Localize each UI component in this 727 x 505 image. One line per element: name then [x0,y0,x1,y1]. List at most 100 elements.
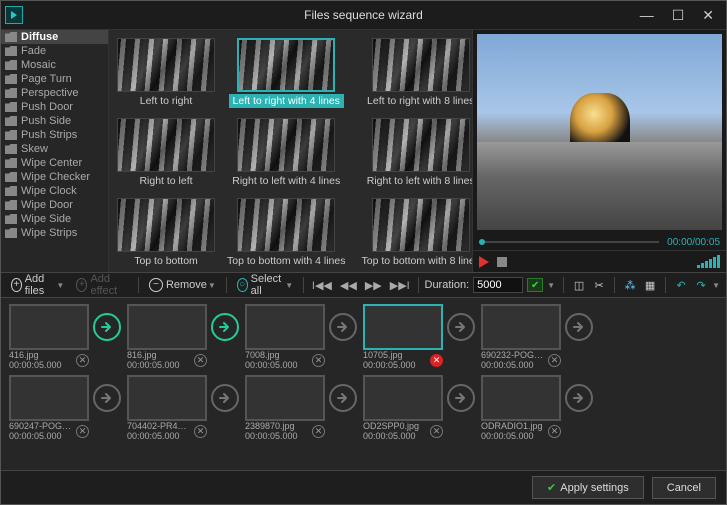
minimize-button[interactable]: — [640,7,654,24]
transition-top-to-bottom[interactable]: Top to bottom [115,196,217,270]
sidebar-item-wipe-door[interactable]: Wipe Door [1,198,108,212]
sidebar-item-wipe-strips[interactable]: Wipe Strips [1,226,108,240]
preview-video[interactable] [477,34,722,230]
maximize-button[interactable]: ☐ [672,7,685,24]
remove-button[interactable]: −Remove▼ [145,276,220,294]
transition-arrow[interactable] [93,384,121,412]
preview-seekbar[interactable] [479,241,659,243]
clip-filename: 416.jpg [9,351,62,361]
apply-settings-button[interactable]: ✔Apply settings [532,476,644,499]
sidebar-item-diffuse[interactable]: Diffuse [1,30,108,44]
clip-thumb [481,375,561,421]
transition-arrow[interactable] [93,313,121,341]
clip-item[interactable]: OD2SPP0.jpg00:00:05.000✕ [363,375,443,442]
transition-arrow[interactable] [565,313,593,341]
clip-item[interactable]: 690247-POGB7H-562.jpg00:00:05.000✕ [9,375,89,442]
clip-thumb [481,304,561,350]
clip-item[interactable]: 704402-PR419R-766.jpg00:00:05.000✕ [127,375,207,442]
transition-left-to-right-with-8-lines[interactable]: Left to right with 8 lines [355,36,472,110]
sidebar-item-wipe-checker[interactable]: Wipe Checker [1,170,108,184]
clip-remove-button[interactable]: ✕ [76,354,89,367]
add-files-button[interactable]: +Add files▼ [7,271,68,299]
sidebar-item-wipe-side[interactable]: Wipe Side [1,212,108,226]
clip-item[interactable]: 690232-POGB7H-562.jpg00:00:05.000✕ [481,304,561,371]
add-effect-button[interactable]: +Add effect [72,271,132,299]
clip-remove-button[interactable]: ✕ [548,425,561,438]
transition-arrow[interactable] [329,384,357,412]
first-button[interactable]: I◀◀ [310,279,334,292]
clip-thumb [127,304,207,350]
folder-icon [5,172,17,182]
cut-icon[interactable]: ✂ [592,278,606,292]
transition-arrow[interactable] [565,384,593,412]
rotate-left-icon[interactable]: ↶ [674,278,688,292]
transition-right-to-left-with-8-lines[interactable]: Right to left with 8 lines [355,116,472,190]
clip-remove-button[interactable]: ✕ [548,354,561,367]
clip-filename: 690232-POGB7H-562.jpg [481,351,545,361]
transition-left-to-right-with-4-lines[interactable]: Left to right with 4 lines [221,36,351,110]
sidebar-item-push-strips[interactable]: Push Strips [1,128,108,142]
sidebar-item-fade[interactable]: Fade [1,44,108,58]
prev-button[interactable]: ◀◀ [338,279,359,292]
rotate-right-icon[interactable]: ↷ [694,278,708,292]
transition-label: Left to right with 8 lines [363,94,472,108]
next-button[interactable]: ▶▶ [363,279,384,292]
transition-arrow[interactable] [447,313,475,341]
color-icon[interactable]: ⁂ [623,278,637,292]
sidebar-item-skew[interactable]: Skew [1,142,108,156]
sidebar-item-perspective[interactable]: Perspective [1,86,108,100]
clip-remove-button[interactable]: ✕ [430,354,443,367]
close-button[interactable]: ✕ [702,7,714,24]
clip-item[interactable]: 416.jpg00:00:05.000✕ [9,304,89,371]
transition-top-to-bottom-with-4-lines[interactable]: Top to bottom with 4 lines [221,196,351,270]
clip-item[interactable]: 2389870.jpg00:00:05.000✕ [245,375,325,442]
select-all-button[interactable]: ○Select all▼ [233,271,298,299]
transition-arrow[interactable] [329,313,357,341]
transition-top-to-bottom-with-8-lines[interactable]: Top to bottom with 8 lines [355,196,472,270]
clip-remove-button[interactable]: ✕ [312,425,325,438]
clip-item[interactable]: 816.jpg00:00:05.000✕ [127,304,207,371]
sidebar-item-wipe-center[interactable]: Wipe Center [1,156,108,170]
clip-duration: 00:00:05.000 [363,432,419,442]
transition-arrow[interactable] [211,384,239,412]
settings-icon[interactable]: ▦ [643,278,657,292]
sidebar-item-wipe-clock[interactable]: Wipe Clock [1,184,108,198]
sidebar-item-page-turn[interactable]: Page Turn [1,72,108,86]
folder-icon [5,214,17,224]
folder-icon [5,74,17,84]
clip-item[interactable]: 10705.jpg00:00:05.000✕ [363,304,443,371]
sidebar-item-push-side[interactable]: Push Side [1,114,108,128]
clip-thumb [363,375,443,421]
clip-thumb [363,304,443,350]
transition-arrow[interactable] [211,313,239,341]
transition-label: Left to right [136,94,197,108]
transition-right-to-left-with-4-lines[interactable]: Right to left with 4 lines [221,116,351,190]
clip-thumb [245,304,325,350]
crop-icon[interactable]: ◫ [572,278,586,292]
transition-right-to-left[interactable]: Right to left [115,116,217,190]
sidebar-item-mosaic[interactable]: Mosaic [1,58,108,72]
sidebar-item-push-door[interactable]: Push Door [1,100,108,114]
transition-thumb [372,38,470,92]
clip-remove-button[interactable]: ✕ [430,425,443,438]
stop-button[interactable] [497,257,507,267]
volume-indicator[interactable] [697,255,720,268]
clip-item[interactable]: 7008.jpg00:00:05.000✕ [245,304,325,371]
clip-remove-button[interactable]: ✕ [76,425,89,438]
clip-remove-button[interactable]: ✕ [194,354,207,367]
clip-duration: 00:00:05.000 [245,432,298,442]
clip-item[interactable]: ODRADIO1.jpg00:00:05.000✕ [481,375,561,442]
clip-filename: 704402-PR419R-766.jpg [127,422,191,432]
play-button[interactable] [479,256,491,268]
transition-thumb [117,198,215,252]
confirm-duration-button[interactable]: ✔ [527,278,543,292]
last-button[interactable]: ▶▶I [388,279,412,292]
transition-left-to-right[interactable]: Left to right [115,36,217,110]
transition-label: Right to left [135,174,196,188]
preview-panel: 00:00/00:05 [472,30,726,272]
transition-arrow[interactable] [447,384,475,412]
duration-input[interactable] [473,277,523,293]
clip-remove-button[interactable]: ✕ [194,425,207,438]
clip-remove-button[interactable]: ✕ [312,354,325,367]
cancel-button[interactable]: Cancel [652,477,716,499]
